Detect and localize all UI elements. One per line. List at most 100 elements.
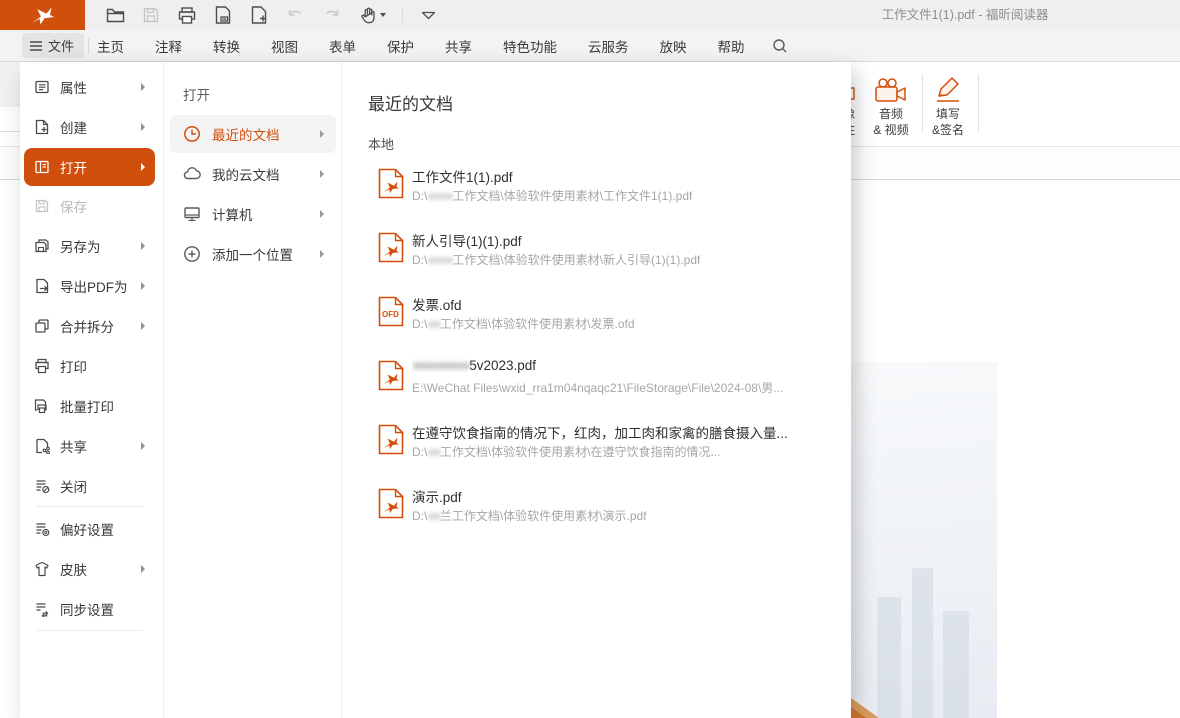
- file-title: 新人引导(1)(1).pdf: [412, 234, 522, 249]
- toolbar-more-icon[interactable]: [417, 4, 439, 26]
- create-icon: [34, 119, 50, 135]
- file-path: D:\■■工作文档\体验软件使用素材\在遵守饮食指南的情况...: [412, 443, 721, 460]
- recent-file-row[interactable]: 新人引导(1)(1).pdf D:\■■■■工作文档\体验软件使用素材\新人引导…: [368, 230, 838, 286]
- create-from-file-icon[interactable]: [212, 4, 234, 26]
- submenu-arrow-icon: [141, 322, 145, 330]
- file-title: 5v2023.pdf: [469, 358, 536, 373]
- recent-file-row[interactable]: 演示.pdf D:\■■兰工作文档\体验软件使用素材\演示.pdf: [368, 486, 838, 542]
- fill-sign-icon: [920, 68, 976, 104]
- open-item-label: 计算机: [212, 204, 253, 224]
- pdf-file-icon: [378, 424, 404, 455]
- audio-video-icon: [863, 68, 919, 104]
- recent-file-row[interactable]: ■■■■■■■■5v2023.pdf E:\WeChat Files\wxid_…: [368, 358, 838, 414]
- sidebar-item-label: 创建: [60, 117, 87, 137]
- open-item-computer[interactable]: 计算机: [170, 195, 336, 233]
- sidebar-item-label: 同步设置: [60, 599, 114, 619]
- sidebar-item-label: 关闭: [60, 476, 87, 496]
- sidebar-item-properties[interactable]: 属性: [24, 68, 155, 106]
- monitor-icon: [183, 205, 201, 223]
- open-item-recent-documents[interactable]: 最近的文档: [170, 115, 336, 153]
- menu-cloud[interactable]: 云服务: [588, 36, 629, 56]
- sidebar-item-label: 导出PDF为: [60, 276, 128, 296]
- app-window: 工作文件1(1).pdf - 福昕阅读器 文件 主页 注释 转换 视图 表单 保…: [0, 0, 1180, 718]
- sidebar-item-skin[interactable]: 皮肤: [24, 550, 155, 588]
- file-title: 发票.ofd: [412, 298, 462, 313]
- open-panel-header: 打开: [183, 84, 210, 104]
- open-folder-icon[interactable]: [104, 4, 126, 26]
- toolbar-separator: [402, 7, 403, 23]
- sidebar-item-save-as[interactable]: 另存为: [24, 227, 155, 265]
- menu-view[interactable]: 视图: [271, 36, 298, 56]
- menu-share[interactable]: 共享: [445, 36, 472, 56]
- submenu-arrow-icon: [141, 565, 145, 573]
- recent-file-row[interactable]: OFD 发票.ofd D:\■■工作文档\体验软件使用素材\发票.ofd: [368, 294, 838, 350]
- sidebar-item-close[interactable]: 关闭: [24, 467, 155, 505]
- pdf-file-icon: [378, 232, 404, 263]
- search-icon[interactable]: [770, 36, 790, 56]
- recent-file-row[interactable]: 在遵守饮食指南的情况下，红肉，加工肉和家禽的膳食摄入量... D:\■■工作文档…: [368, 422, 838, 478]
- hand-tool-caret-icon: [380, 13, 386, 17]
- submenu-arrow-icon: [141, 163, 145, 171]
- file-path: E:\WeChat Files\wxid_rra1m04nqaqc21\File…: [412, 379, 783, 396]
- file-menu-label: 文件: [48, 36, 74, 55]
- recent-file-row[interactable]: 工作文件1(1).pdf D:\■■■■工作文档\体验软件使用素材\工作文件1(…: [368, 166, 838, 222]
- file-path: D:\■■■■工作文档\体验软件使用素材\工作文件1(1).pdf: [412, 187, 692, 204]
- submenu-arrow-icon: [141, 123, 145, 131]
- menu-home[interactable]: 主页: [97, 36, 124, 56]
- sidebar-divider: [36, 506, 143, 507]
- menu-features[interactable]: 特色功能: [503, 36, 557, 56]
- audio-video-button[interactable]: 音频 & 视频: [863, 68, 919, 144]
- sidebar-item-export-pdf[interactable]: 导出PDF为: [24, 267, 155, 305]
- sidebar-item-label: 合并拆分: [60, 316, 114, 336]
- submenu-arrow-icon: [141, 83, 145, 91]
- title-bar: 工作文件1(1).pdf - 福昕阅读器: [0, 0, 1180, 30]
- file-path: D:\■■工作文档\体验软件使用素材\发票.ofd: [412, 315, 635, 332]
- file-title: 工作文件1(1).pdf: [412, 170, 513, 185]
- fill-sign-button[interactable]: 填写 &签名: [920, 68, 976, 144]
- plus-circle-icon: [183, 245, 201, 263]
- sidebar-item-batch-print[interactable]: 批量打印: [24, 387, 155, 425]
- open-item-cloud-documents[interactable]: 我的云文档: [170, 155, 336, 193]
- ofd-file-icon: OFD: [378, 296, 404, 327]
- sidebar-item-label: 属性: [60, 77, 87, 97]
- menu-present[interactable]: 放映: [660, 36, 687, 56]
- menu-help[interactable]: 帮助: [718, 36, 745, 56]
- undo-icon: [284, 4, 306, 26]
- sidebar-item-open[interactable]: 打开: [24, 148, 155, 186]
- submenu-arrow-icon: [141, 242, 145, 250]
- menu-convert[interactable]: 转换: [213, 36, 240, 56]
- menu-form[interactable]: 表单: [329, 36, 356, 56]
- create-pdf-icon[interactable]: [248, 4, 270, 26]
- sidebar-item-share[interactable]: 共享: [24, 427, 155, 465]
- cloud-icon: [183, 165, 201, 183]
- hand-tool-icon[interactable]: [356, 4, 388, 26]
- submenu-arrow-icon: [141, 282, 145, 290]
- share-icon: [34, 438, 50, 454]
- open-item-label: 我的云文档: [212, 164, 280, 184]
- print-icon[interactable]: [176, 4, 198, 26]
- clock-icon: [183, 125, 201, 143]
- file-menu-button[interactable]: 文件: [22, 33, 84, 58]
- menu-protect[interactable]: 保护: [387, 36, 414, 56]
- sync-icon: [34, 601, 50, 617]
- sidebar-divider-2: [36, 630, 143, 631]
- open-item-label: 添加一个位置: [212, 244, 293, 264]
- sidebar-item-sync-settings[interactable]: 同步设置: [24, 590, 155, 628]
- sidebar-item-preferences[interactable]: 偏好设置: [24, 510, 155, 548]
- fill-sign-label: 填写 &签名: [920, 106, 976, 138]
- file-path: D:\■■兰工作文档\体验软件使用素材\演示.pdf: [412, 507, 647, 524]
- ribbon-separator-2: [978, 74, 979, 132]
- submenu-arrow-icon: [141, 442, 145, 450]
- sidebar-item-create[interactable]: 创建: [24, 108, 155, 146]
- menu-bar: 文件 主页 注释 转换 视图 表单 保护 共享 特色功能 云服务 放映 帮助: [0, 30, 1180, 62]
- app-logo[interactable]: [0, 0, 85, 30]
- sidebar-item-print[interactable]: 打印: [24, 347, 155, 385]
- panel-divider-2: [341, 62, 342, 718]
- open-item-add-place[interactable]: 添加一个位置: [170, 235, 336, 273]
- preferences-icon: [34, 521, 50, 537]
- left-edge-line: [0, 131, 20, 132]
- sidebar-item-merge-split[interactable]: 合并拆分: [24, 307, 155, 345]
- sidebar-item-label: 皮肤: [60, 559, 87, 579]
- merge-split-icon: [34, 318, 50, 334]
- menu-comment[interactable]: 注释: [155, 36, 182, 56]
